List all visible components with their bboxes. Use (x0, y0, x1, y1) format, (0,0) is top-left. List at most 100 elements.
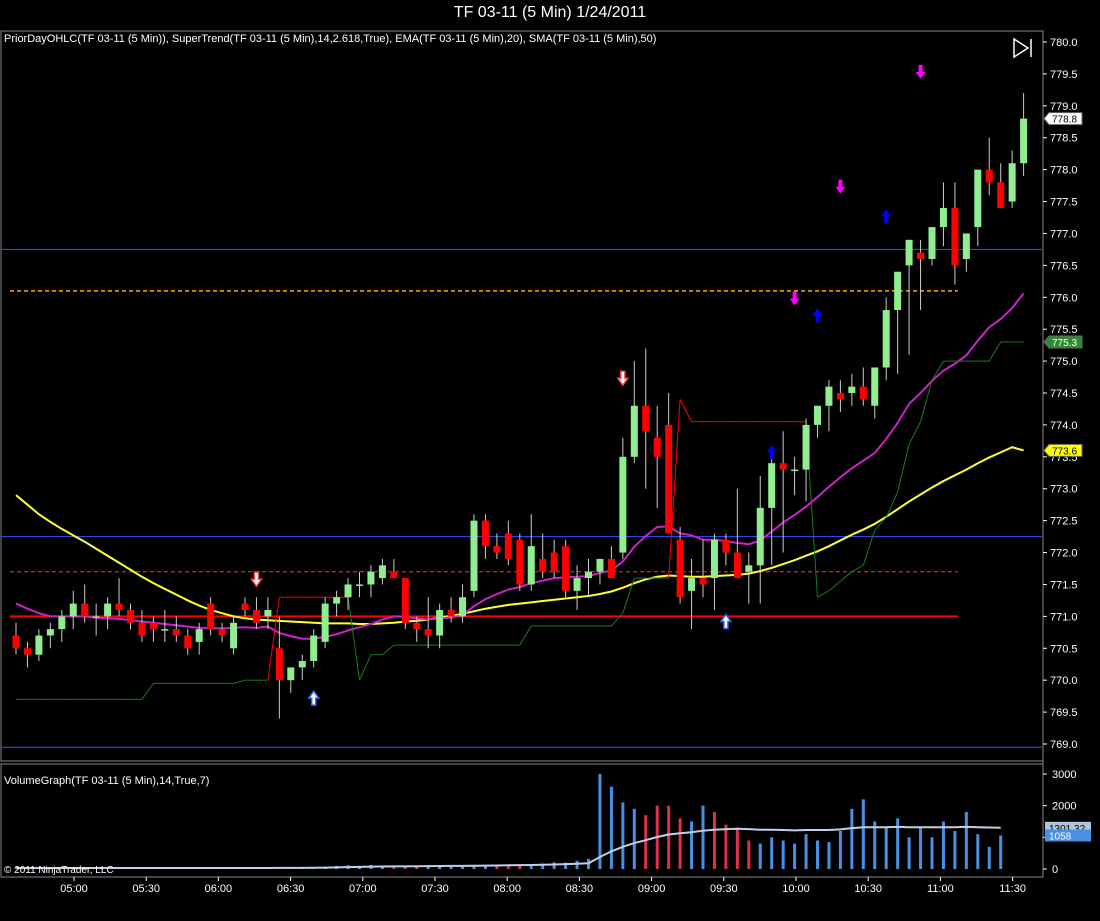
candle-up (35, 635, 43, 655)
candle-down (997, 182, 1005, 208)
time-tick-label: 08:00 (493, 883, 521, 895)
volume-bar (930, 837, 934, 869)
price-tick-label: 772.5 (1050, 516, 1078, 528)
volume-bar (816, 840, 819, 869)
volume-tick-label: 3000 (1052, 769, 1076, 781)
candle-up (46, 629, 54, 636)
volume-bar (552, 862, 556, 869)
volume-bar (644, 815, 648, 869)
volume-bar (964, 812, 968, 869)
candle-up (745, 565, 753, 572)
candle-up (825, 386, 833, 406)
candle-up (768, 463, 776, 508)
candle-down (642, 405, 650, 432)
price-tag-label: 778.8 (1052, 115, 1077, 126)
candle-up (814, 405, 821, 425)
price-tick-label: 778.0 (1050, 165, 1078, 177)
volume-bar (793, 843, 797, 869)
play-to-end-icon[interactable] (1012, 37, 1034, 59)
price-tag-label: 773.6 (1052, 446, 1077, 457)
candle-down (115, 603, 123, 610)
time-tick-label: 09:30 (710, 883, 738, 895)
price-tick-label: 779.5 (1050, 69, 1078, 81)
candle-up (756, 507, 764, 566)
candle-up (596, 558, 604, 572)
volume-bar (827, 842, 831, 869)
volume-bar (598, 774, 602, 869)
volume-indicator-label: VolumeGraph(TF 03-11 (5 Min),14,True,7) (4, 775, 209, 787)
candle-up (905, 239, 913, 266)
time-tick-label: 09:00 (638, 883, 666, 895)
candle-up (688, 578, 696, 591)
volume-bar (987, 846, 991, 869)
candle-up (436, 609, 444, 636)
candle-down (172, 629, 180, 636)
candle-down (127, 609, 134, 623)
candle-down (836, 393, 844, 400)
candle-up (264, 609, 272, 617)
volume-bar (678, 818, 682, 869)
candle-down (12, 635, 20, 649)
candle-up (92, 616, 100, 618)
candle-up (585, 571, 592, 579)
price-tick-label: 779.0 (1050, 101, 1078, 113)
candle-up (470, 520, 478, 591)
candle-down (859, 386, 867, 400)
candle-up (791, 469, 799, 472)
candle-down (481, 520, 489, 547)
price-tick-label: 778.5 (1050, 133, 1078, 145)
price-tick-label: 772.0 (1050, 548, 1078, 560)
price-tick-label: 777.0 (1050, 228, 1078, 240)
candle-down (447, 609, 455, 617)
candle-up (710, 539, 718, 579)
candle-down (241, 603, 249, 610)
volume-bar (712, 812, 716, 869)
chart-canvas[interactable]: 780.0 779.5 779.0 778.5 778.0 777.5 777.0 776.5… (0, 28, 1100, 921)
candle-up (195, 629, 203, 642)
price-tick-label: 769.5 (1050, 707, 1078, 719)
price-tag-label: 775.3 (1052, 338, 1077, 349)
time-tick-label: 10:30 (854, 883, 882, 895)
volume-tick-label: 0 (1052, 864, 1058, 876)
candle-up (573, 578, 581, 591)
price-tick-label: 770.0 (1050, 675, 1078, 687)
time-tick-label: 07:00 (349, 883, 377, 895)
candle-down (951, 207, 959, 266)
time-tick-label: 11:00 (927, 883, 954, 895)
price-tick-label: 771.5 (1050, 579, 1078, 591)
candle-down (275, 648, 283, 681)
price-tick-label: 780.0 (1050, 37, 1078, 49)
candle-down (676, 539, 684, 598)
candle-up (69, 603, 77, 617)
candle-up (287, 667, 295, 681)
volume-bar (850, 808, 854, 869)
volume-bar (873, 821, 877, 869)
candle-down (516, 539, 524, 585)
candle-down (23, 648, 31, 655)
time-tick-label: 11:30 (999, 883, 1026, 895)
volume-bar (667, 805, 671, 869)
candle-down (665, 424, 673, 534)
price-indicator-label: PriorDayOHLC(TF 03-11 (5 Min)), SuperTre… (4, 33, 656, 45)
price-tick-label: 776.0 (1050, 292, 1078, 304)
volume-bar (735, 827, 739, 869)
volume-bar (838, 831, 842, 869)
volume-bar (907, 837, 911, 869)
volume-bar (804, 834, 808, 869)
candle-up (321, 603, 329, 642)
candle-up (356, 584, 363, 586)
candle-down (149, 622, 157, 630)
price-tick-label: 776.5 (1050, 260, 1078, 272)
candle-up (310, 635, 318, 662)
candle-down (779, 463, 787, 470)
volume-bar (999, 835, 1003, 869)
candle-down (184, 635, 192, 649)
volume-tick-label: 2000 (1052, 801, 1076, 813)
time-tick-label: 07:30 (421, 883, 449, 895)
volume-bar (941, 821, 945, 869)
candle-down (493, 546, 501, 553)
volume-bar (976, 834, 980, 869)
volume-bar (861, 799, 865, 869)
candle-up (630, 405, 638, 457)
candle-up (974, 169, 982, 228)
